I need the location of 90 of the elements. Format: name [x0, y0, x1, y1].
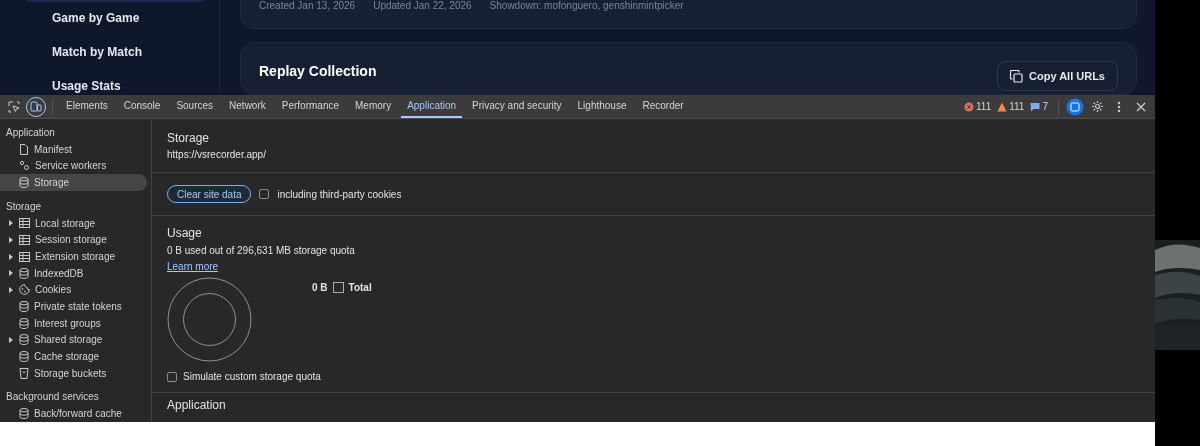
tree-item[interactable]: Extension storage [0, 248, 147, 265]
error-count[interactable]: 111 [964, 101, 992, 112]
item-label: Storage [34, 177, 70, 189]
table-icon [19, 234, 30, 245]
section-heading: Usage [167, 226, 203, 240]
meta-text: Showdown: mofonguero, genshinmintpicker [489, 0, 684, 12]
gears-icon [19, 160, 30, 172]
item-label: Interest groups [34, 317, 101, 329]
message-count[interactable]: 7 [1030, 101, 1048, 112]
meta-text: Updated Jan 22, 2026 [373, 0, 472, 12]
devtools-tab[interactable]: Console [117, 95, 167, 118]
devtools-tab[interactable]: Memory [349, 95, 398, 118]
nav-item[interactable]: Game by Game [52, 10, 219, 26]
caret-icon[interactable] [8, 253, 14, 260]
nav-item[interactable]: Usage Stats [52, 78, 219, 94]
tree-item[interactable]: Local storage [0, 214, 147, 232]
table-icon [19, 251, 30, 262]
item-label: Cache storage [34, 351, 100, 362]
item-label: Service workers [35, 160, 107, 172]
item-label: Back/forward cache [34, 408, 122, 420]
item-label: Extension storage [35, 251, 116, 263]
table-icon [19, 218, 30, 229]
copy-urls-button[interactable]: Copy All URLs [997, 61, 1118, 92]
file-icon [19, 143, 29, 155]
tree-item[interactable]: Private state tokens [0, 298, 147, 315]
legend-label: Total [348, 282, 372, 293]
tree-item[interactable]: Shared storage [0, 331, 147, 349]
tree-item[interactable]: Storage buckets [0, 364, 147, 382]
database-icon [19, 317, 29, 329]
database-icon [19, 334, 29, 346]
devtools-tab[interactable]: Lighthouse [571, 95, 633, 118]
message-icon [1030, 101, 1041, 112]
usage-text: 0 B used out of 296,631 MB storage quota [167, 245, 356, 256]
tree-item[interactable]: Interest groups [0, 314, 147, 332]
warning-icon [997, 101, 1008, 112]
item-label: Local storage [35, 217, 96, 229]
tree-item[interactable]: Service workers [0, 157, 147, 175]
origin-text: https://vsrecorder.app/ [167, 149, 267, 160]
section-title: Background services [5, 390, 100, 405]
nav-item[interactable]: Match by Match [52, 44, 219, 60]
tree-item[interactable]: Back/forward cache [0, 405, 147, 422]
item-label: IndexedDB [34, 267, 84, 279]
error-icon [964, 101, 975, 112]
item-label: Cookies [35, 284, 72, 296]
devtools-tab[interactable]: Network [223, 95, 272, 118]
item-label: Shared storage [34, 334, 103, 346]
section-title: Storage [5, 199, 43, 214]
checkbox-label: Simulate custom storage quota [183, 371, 321, 382]
item-label: Storage buckets [34, 367, 107, 379]
tree-item[interactable]: Storage [0, 174, 147, 191]
section-title: Application [5, 126, 56, 140]
database-icon [19, 408, 29, 420]
database-icon [19, 177, 29, 189]
devtools-tab[interactable]: Privacy and security [466, 95, 568, 118]
clear-site-data-button[interactable]: Clear site data [167, 185, 252, 203]
checkbox[interactable] [167, 371, 177, 382]
item-label: Manifest [34, 143, 72, 155]
caret-icon[interactable] [8, 336, 14, 343]
panel-title: Storage [167, 131, 211, 145]
devtools-tab[interactable]: Recorder [636, 95, 690, 118]
warning-count[interactable]: 111 [997, 101, 1025, 112]
database-icon [19, 301, 29, 312]
caret-icon[interactable] [8, 286, 14, 293]
tree-item[interactable]: Cookies [0, 281, 147, 299]
item-label: Private state tokens [34, 301, 122, 312]
tree-item[interactable]: IndexedDB [0, 264, 147, 282]
devtools-tab[interactable]: Sources [170, 95, 220, 118]
caret-icon[interactable] [8, 270, 14, 277]
assistant-icon[interactable] [1065, 96, 1085, 117]
database-icon [19, 267, 29, 279]
tree-item[interactable]: Manifest [0, 141, 147, 158]
bucket-icon [19, 367, 29, 379]
checkbox-label: including third-party cookies [277, 188, 402, 200]
legend-value: 0 B [312, 282, 328, 293]
learn-more-link[interactable]: Learn more [167, 261, 219, 272]
devtools-tab[interactable]: Performance [275, 95, 345, 118]
devtools-tab[interactable]: Elements [60, 95, 114, 118]
caret-icon[interactable] [8, 236, 14, 243]
tree-item[interactable]: Session storage [0, 231, 147, 249]
devtools-tab[interactable]: Application [401, 95, 463, 118]
meta-text: Created Jan 13, 2026 [259, 0, 356, 12]
card-title: Replay Collection [259, 63, 377, 82]
cookie-icon [19, 284, 30, 296]
database-icon [19, 351, 29, 362]
tree-item[interactable]: Cache storage [0, 348, 147, 365]
item-label: Session storage [35, 234, 107, 246]
section-heading: Application [167, 398, 227, 412]
copy-icon [1010, 69, 1023, 83]
checkbox[interactable] [259, 189, 270, 199]
caret-icon[interactable] [8, 220, 14, 227]
